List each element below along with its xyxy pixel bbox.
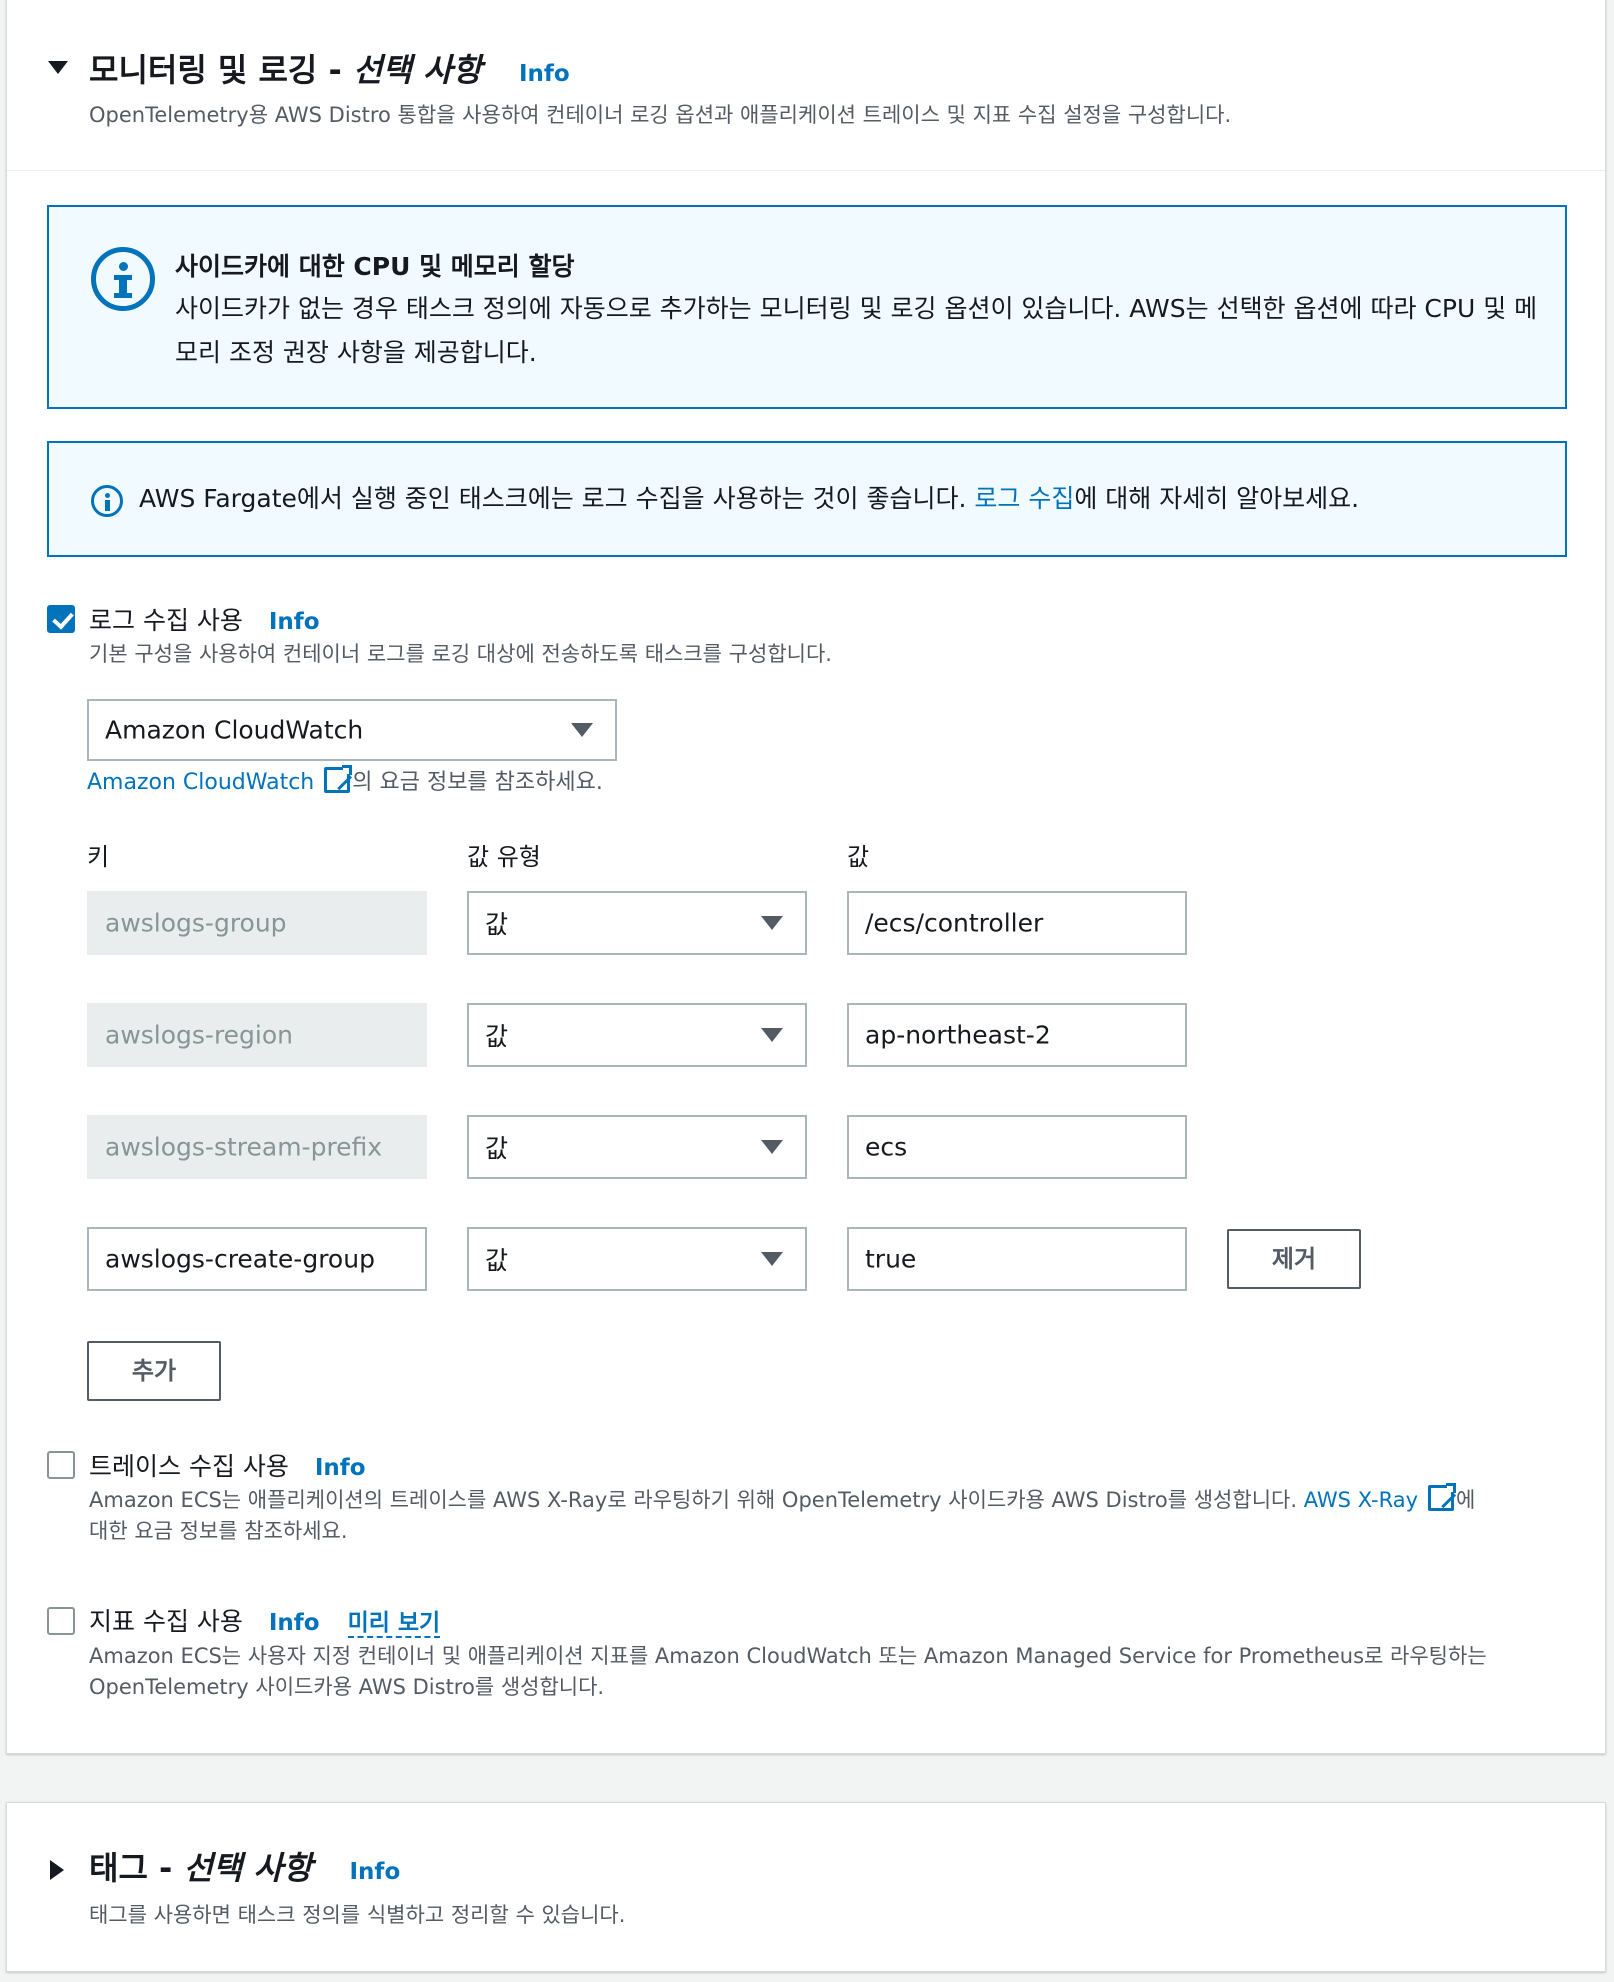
external-link-icon xyxy=(1428,1482,1458,1511)
log-collection-description: 기본 구성을 사용하여 컨테이너 로그를 로깅 대상에 전송하도록 태스크를 구… xyxy=(89,642,832,666)
caret-down-icon xyxy=(761,1140,783,1154)
log-option-value-field[interactable]: /ecs/controller xyxy=(847,891,1187,955)
cloudwatch-pricing-link[interactable]: Amazon CloudWatch xyxy=(87,764,354,795)
tags-panel-description: 태그를 사용하면 태스크 정의를 식별하고 정리할 수 있습니다. xyxy=(89,1903,626,1927)
log-option-key-field: awslogs-region xyxy=(87,1003,427,1067)
log-collection-link[interactable]: 로그 수집 xyxy=(974,484,1074,513)
monitoring-logging-panel: 모니터링 및 로깅 - 선택 사항 Info OpenTelemetry용 AW… xyxy=(6,0,1606,1754)
metric-collection-description: Amazon ECS는 사용자 지정 컨테이너 및 애플리케이션 지표를 Ama… xyxy=(89,1644,1487,1699)
metric-collection-checkbox[interactable] xyxy=(47,1607,75,1635)
column-header-value-type: 값 유형 xyxy=(467,843,541,871)
log-option-type-select[interactable]: 값 xyxy=(467,1227,807,1291)
remove-button[interactable]: 제거 xyxy=(1227,1229,1361,1289)
log-option-value-field[interactable]: ecs xyxy=(847,1115,1187,1179)
xray-pricing-link[interactable]: AWS X-Ray xyxy=(1304,1482,1458,1512)
monitoring-panel-title: 모니터링 및 로깅 - 선택 사항 Info xyxy=(89,51,570,89)
column-header-value: 값 xyxy=(847,843,870,871)
header-divider xyxy=(7,170,1605,171)
log-option-value-field[interactable]: true xyxy=(847,1227,1187,1291)
alert-title: 사이드카에 대한 CPU 및 메모리 할당 xyxy=(175,252,575,281)
log-collection-info-link[interactable]: Info xyxy=(269,609,320,635)
trace-collection-checkbox[interactable] xyxy=(47,1451,75,1479)
column-header-key: 키 xyxy=(87,843,110,871)
monitoring-panel-description: OpenTelemetry용 AWS Distro 통합을 사용하여 컨테이너 … xyxy=(89,103,1232,127)
caret-down-icon xyxy=(761,1028,783,1042)
log-option-key-field: awslogs-group xyxy=(87,891,427,955)
log-option-value-field[interactable]: ap-northeast-2 xyxy=(847,1003,1187,1067)
monitoring-info-link[interactable]: Info xyxy=(519,61,570,87)
log-option-key-field: awslogs-stream-prefix xyxy=(87,1115,427,1179)
log-collection-label: 로그 수집 사용 Info xyxy=(89,606,320,635)
metric-collection-label: 지표 수집 사용 Info 미리 보기 xyxy=(89,1607,441,1638)
trace-collection-label: 트레이스 수집 사용 Info xyxy=(89,1452,366,1481)
fargate-alert-text: AWS Fargate에서 실행 중인 태스크에는 로그 수집을 사용하는 것이… xyxy=(139,484,1360,513)
caret-right-icon[interactable] xyxy=(50,1860,64,1880)
trace-collection-description: Amazon ECS는 애플리케이션의 트레이스를 AWS X-Ray로 라우팅… xyxy=(89,1482,1475,1547)
log-option-type-select[interactable]: 값 xyxy=(467,1115,807,1179)
info-circle-icon xyxy=(91,247,155,311)
caret-down-icon xyxy=(571,723,593,737)
metric-collection-info-link[interactable]: Info xyxy=(269,1610,320,1636)
caret-down-icon xyxy=(761,916,783,930)
pricing-note: Amazon CloudWatch 의 요금 정보를 참조하세요. xyxy=(87,764,603,798)
log-option-type-select[interactable]: 값 xyxy=(467,891,807,955)
log-option-key-field[interactable]: awslogs-create-group xyxy=(87,1227,427,1291)
preview-link[interactable]: 미리 보기 xyxy=(347,1610,441,1638)
alert-body: 사이드카가 없는 경우 태스크 정의에 자동으로 추가하는 모니터링 및 로깅 … xyxy=(175,294,1538,367)
sidecar-info-alert: 사이드카에 대한 CPU 및 메모리 할당 사이드카가 없는 경우 태스크 정의… xyxy=(47,205,1567,409)
tags-info-link[interactable]: Info xyxy=(350,1859,401,1885)
add-button[interactable]: 추가 xyxy=(87,1341,221,1401)
log-option-type-select[interactable]: 값 xyxy=(467,1003,807,1067)
info-circle-icon xyxy=(91,485,123,517)
trace-collection-info-link[interactable]: Info xyxy=(315,1455,366,1481)
log-destination-select[interactable]: Amazon CloudWatch xyxy=(87,699,617,761)
caret-down-icon[interactable] xyxy=(48,61,68,74)
caret-down-icon xyxy=(761,1252,783,1266)
fargate-info-alert: AWS Fargate에서 실행 중인 태스크에는 로그 수집을 사용하는 것이… xyxy=(47,441,1567,557)
tags-panel: 태그 - 선택 사항 Info 태그를 사용하면 태스크 정의를 식별하고 정리… xyxy=(6,1802,1606,1972)
log-collection-checkbox[interactable] xyxy=(47,605,75,633)
external-link-icon xyxy=(324,764,354,793)
tags-panel-title: 태그 - 선택 사항 Info xyxy=(89,1849,401,1887)
